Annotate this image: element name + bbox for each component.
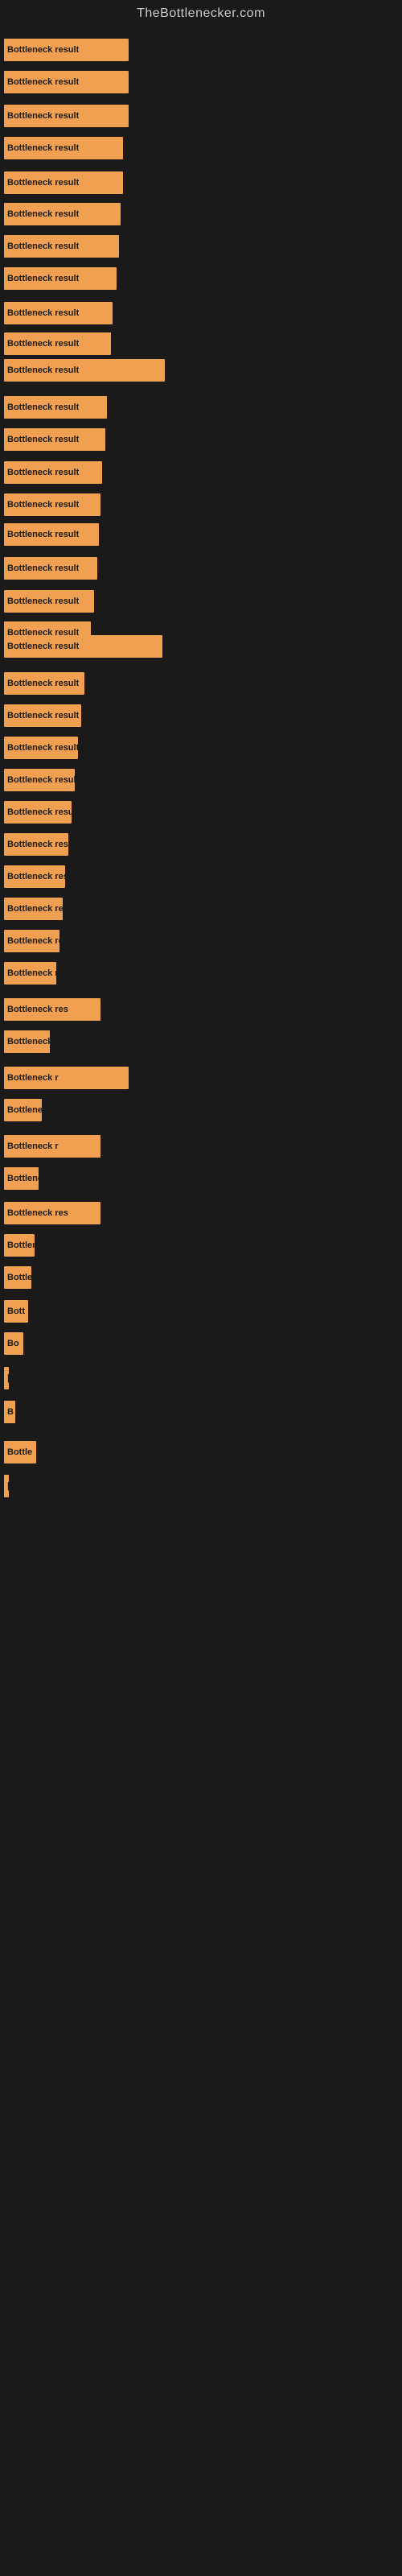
bar-item: B xyxy=(4,1401,15,1423)
bar-label: Bottleneck xyxy=(7,1174,39,1183)
bar-item: Bottleneck result xyxy=(4,635,162,658)
bar-label: Bottleneck result xyxy=(7,274,79,283)
bar-item: Bottlenec xyxy=(4,1099,42,1121)
bar-item: Bottleneck res xyxy=(4,998,100,1021)
bar-label: Bottleneck result xyxy=(7,775,75,785)
bar-item: Bottleneck result xyxy=(4,590,94,613)
bar-item: Bottleneck result xyxy=(4,461,102,484)
bar-item: Bottleneck result xyxy=(4,557,97,580)
bar-label: Bottleneck result xyxy=(7,45,79,55)
bar-item: Bottlene xyxy=(4,1234,35,1257)
bar-item: | xyxy=(4,1475,9,1497)
bar-item: Bottleneck result xyxy=(4,267,117,290)
bar-item: Bottleneck r xyxy=(4,1067,129,1089)
bar-label: Bottleneck result xyxy=(7,143,79,153)
bar-label: Bottleneck result xyxy=(7,530,79,539)
bar-label: | xyxy=(7,1481,9,1491)
bar-item: Bottleneck result xyxy=(4,332,111,355)
bar-label: Bottleneck result xyxy=(7,840,68,849)
bar-item: Bottleneck result xyxy=(4,865,65,888)
bar-label: Bottleneck result xyxy=(7,743,78,753)
bar-label: Bottleneck result xyxy=(7,872,65,881)
bar-item: Bottleneck r xyxy=(4,1266,31,1289)
bar-label: Bottleneck result xyxy=(7,365,79,375)
bar-item: Bott xyxy=(4,1300,28,1323)
bar-item: Bottleneck result xyxy=(4,235,119,258)
bar-label: Bottleneck result xyxy=(7,339,79,349)
bar-item: Bottleneck res xyxy=(4,1202,100,1224)
bar-item: Bottleneck result xyxy=(4,71,129,93)
bar-item: Bottleneck result xyxy=(4,428,105,451)
bar-label: Bottleneck result xyxy=(7,500,79,510)
bar-item: Bottleneck result xyxy=(4,105,129,127)
bar-label: Bottleneck result xyxy=(7,597,79,606)
bar-label: Bottleneck result xyxy=(7,468,79,477)
chart-area: Bottleneck result Bottleneck result Bottle… xyxy=(0,24,402,2560)
bar-label: Bottleneck result xyxy=(7,77,79,87)
bar-label: Bottlene xyxy=(7,1241,35,1250)
bar-item: Bottleneck result xyxy=(4,359,165,382)
bar-label: Bottleneck result xyxy=(7,642,79,651)
bar-label: Bott xyxy=(7,1307,25,1316)
bar-item: Bottleneck result xyxy=(4,171,123,194)
bar-item: Bottleneck result xyxy=(4,769,75,791)
bar-label: Bottle xyxy=(7,1447,32,1457)
bar-item: Bottle xyxy=(4,1441,36,1463)
bar-label: Bottleneck result xyxy=(7,402,79,412)
bar-item: Bottleneck result xyxy=(4,801,72,824)
bar-label: Bottleneck result xyxy=(7,178,79,188)
bar-item: Bottleneck result xyxy=(4,898,63,920)
bar-label: Bottleneck result xyxy=(7,711,79,720)
bar-label: Bottleneck result xyxy=(7,564,79,573)
bar-label: Bottleneck result xyxy=(7,209,79,219)
bar-label: Bottleneck r xyxy=(7,1141,59,1151)
bar-label: B xyxy=(7,1407,14,1417)
bar-item: Bottleneck result xyxy=(4,930,59,952)
bar-label: Bottleneck result xyxy=(7,111,79,121)
bar-item: Bottleneck result xyxy=(4,396,107,419)
bar-label: Bottleneck r xyxy=(7,1073,59,1083)
bar-label: Bottleneck result xyxy=(7,1037,50,1046)
bar-item: Bottleneck result xyxy=(4,203,121,225)
bar-label: Bottlenec xyxy=(7,1105,42,1115)
bar-label: Bottleneck result xyxy=(7,904,63,914)
bar-label: Bottleneck result xyxy=(7,807,72,817)
bar-item: | xyxy=(4,1367,9,1389)
bar-item: Bottleneck result xyxy=(4,1030,50,1053)
bar-item: Bottleneck result xyxy=(4,672,84,695)
bar-item: Bottleneck r xyxy=(4,1135,100,1158)
bar-item: Bottleneck result xyxy=(4,737,78,759)
bar-label: Bottleneck res xyxy=(7,1005,68,1014)
bar-label: Bottleneck result xyxy=(7,308,79,318)
bar-item: Bo xyxy=(4,1332,23,1355)
bar-item: Bottleneck result xyxy=(4,39,129,61)
bar-item: Bottleneck result xyxy=(4,833,68,856)
bar-item: Bottleneck result xyxy=(4,302,113,324)
bar-item: Bottleneck xyxy=(4,1167,39,1190)
bar-label: Bottleneck result xyxy=(7,242,79,251)
site-title: TheBottlenecker.com xyxy=(0,0,402,24)
bar-label: | xyxy=(7,1373,9,1383)
bar-label: Bottleneck result xyxy=(7,968,56,978)
bar-item: Bottleneck result xyxy=(4,523,99,546)
bar-item: Bottleneck result xyxy=(4,962,56,985)
bar-label: Bottleneck result xyxy=(7,936,59,946)
bar-item: Bottleneck result xyxy=(4,137,123,159)
bar-label: Bo xyxy=(7,1339,19,1348)
bar-label: Bottleneck result xyxy=(7,435,79,444)
bar-label: Bottleneck result xyxy=(7,679,79,688)
bar-item: Bottleneck result xyxy=(4,704,81,727)
bar-item: Bottleneck result xyxy=(4,493,100,516)
bar-label: Bottleneck res xyxy=(7,1208,68,1218)
bar-label: Bottleneck r xyxy=(7,1273,31,1282)
